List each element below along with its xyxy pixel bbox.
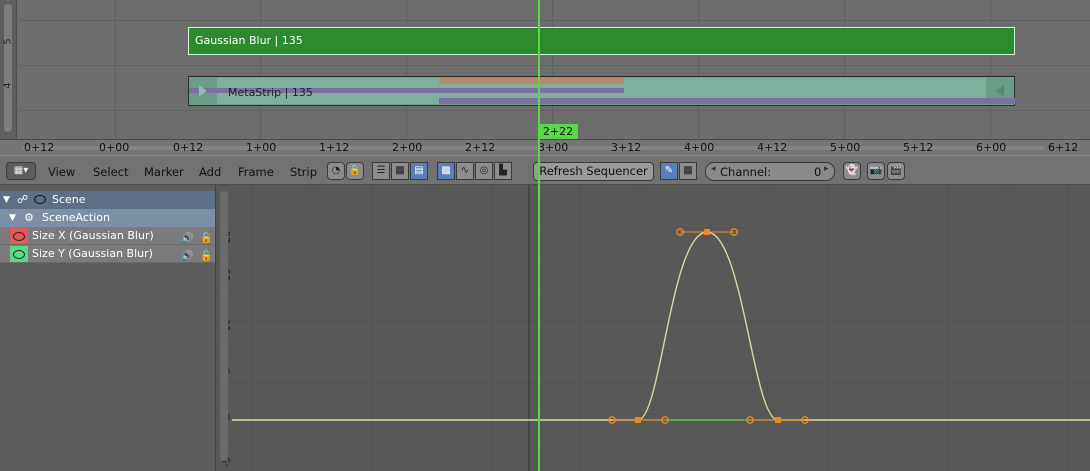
current-frame-indicator[interactable]: 2+22	[538, 124, 578, 139]
keyframe-handles	[612, 231, 805, 421]
graph-editor-header: ▦▾ View Select Marker Add Frame Strip ◔ …	[0, 155, 1090, 185]
editor-type-selector[interactable]: ▦▾	[6, 162, 36, 180]
vectorscope-icon[interactable]: ◎	[475, 162, 493, 180]
menu-marker[interactable]: Marker	[144, 165, 184, 179]
grid-line	[552, 0, 553, 139]
graph-canvas[interactable]: 20 15 10 5 0 -5	[216, 185, 1090, 471]
grid-line	[115, 0, 116, 139]
ruler-tick: 5+12	[903, 141, 934, 154]
menu-strip[interactable]: Strip	[290, 165, 317, 179]
channel-gutter	[0, 0, 17, 139]
checker-preview-icon[interactable]: ▩	[437, 162, 455, 180]
ruler-tick: 0+12	[173, 141, 204, 154]
ruler-tick: 2+12	[465, 141, 496, 154]
collapse-triangle-icon[interactable]: ▼	[3, 191, 10, 209]
increment-arrow-icon[interactable]: ▸	[824, 164, 829, 174]
channel-scene[interactable]: ▼ ☍ Scene	[0, 191, 215, 209]
menu-add[interactable]: Add	[199, 165, 221, 179]
mute-speaker-icon[interactable]: 🔊	[181, 248, 193, 266]
action-label: SceneAction	[42, 211, 110, 224]
ruler-tick: 1+00	[246, 141, 277, 154]
ruler-tick: 6+12	[1048, 141, 1079, 154]
keyframe	[704, 229, 710, 235]
camera-icon[interactable]: 📷	[867, 162, 885, 180]
histogram-icon[interactable]: ▙	[494, 162, 512, 180]
fcurve-color-swatch	[10, 228, 28, 244]
menu-select[interactable]: Select	[93, 165, 128, 179]
metastrip-label: MetaStrip | 135	[228, 86, 313, 99]
ruler-tick: 1+12	[319, 141, 350, 154]
ruler-tick: 3+12	[611, 141, 642, 154]
grid-line	[990, 0, 991, 139]
proxy-edit-icon[interactable]: ✎	[660, 162, 678, 180]
ruler-tick: 0+00	[99, 141, 130, 154]
left-handle-arrow-icon[interactable]	[199, 85, 207, 97]
ruler-tick: 5+00	[830, 141, 861, 154]
scene-label: Scene	[52, 193, 86, 206]
decrement-arrow-icon[interactable]: ◂	[711, 164, 716, 174]
lock-icon[interactable]: 🔓	[200, 248, 212, 266]
ruler-tick: 6+00	[976, 141, 1007, 154]
proxy-checker-icon[interactable]: ▩	[679, 162, 697, 180]
channel-divider	[16, 110, 1090, 111]
menu-view[interactable]: View	[48, 165, 75, 179]
channel-number-4: 4	[2, 82, 14, 89]
right-handle-arrow-icon[interactable]	[996, 85, 1004, 97]
channel-divider	[16, 20, 1090, 21]
metastrip[interactable]: MetaStrip | 135	[188, 76, 1015, 106]
graph-vertical-scrollbar[interactable]	[220, 191, 228, 461]
waveform-icon[interactable]: ∿	[456, 162, 474, 180]
collapse-triangle-icon[interactable]: ▼	[9, 209, 16, 227]
ghost-icon[interactable]: 👻	[843, 162, 861, 180]
eye-icon[interactable]	[34, 195, 46, 204]
gaussian-blur-strip-label: Gaussian Blur | 135	[195, 34, 303, 47]
keyframe	[635, 417, 641, 423]
channel-divider	[16, 65, 1090, 66]
scene-icon: ☍	[17, 193, 29, 206]
ruler-tick: 4+12	[757, 141, 788, 154]
grid-line	[406, 0, 407, 139]
fcurve-channel-size-x[interactable]: Size X (Gaussian Blur) 🔊 🔓	[0, 227, 215, 245]
refresh-sequencer-button[interactable]: Refresh Sequencer	[533, 162, 654, 181]
metastrip-substrip	[439, 78, 624, 84]
ruler-tick: 2+00	[392, 141, 423, 154]
ruler-tick: 0+12	[24, 141, 55, 154]
pivot-icon[interactable]: ◔	[327, 162, 345, 180]
playhead-line[interactable]	[538, 0, 540, 471]
fcurve-size-y	[232, 231, 1090, 421]
menu-frame[interactable]: Frame	[238, 165, 274, 179]
graph-editor-area[interactable]: 20 15 10 5 0 -5	[216, 185, 1090, 471]
checker-icon[interactable]: ▩	[391, 162, 409, 180]
channel-value: 0	[814, 165, 822, 179]
fcurve-label: Size X (Gaussian Blur)	[32, 229, 154, 242]
sequencer-preview-icon[interactable]: ▤	[410, 162, 428, 180]
fcurve-color-swatch	[10, 246, 28, 262]
channel-number-5: 5	[2, 38, 14, 45]
grid-line	[260, 0, 261, 139]
eye-icon[interactable]	[13, 250, 25, 259]
channel-action[interactable]: ▼ ⚙ SceneAction	[0, 209, 215, 227]
grid-line	[698, 0, 699, 139]
lock-icon[interactable]: 🔒	[346, 162, 364, 180]
sequencer-strip-area[interactable]: 5 4 Gaussian Blur | 135 MetaStrip | 135	[0, 0, 1090, 139]
gaussian-blur-strip[interactable]: Gaussian Blur | 135	[188, 27, 1015, 55]
action-icon: ⚙	[24, 211, 34, 224]
ruler-tick: 3+00	[538, 141, 569, 154]
view-type-icon[interactable]: ☰	[372, 162, 390, 180]
metastrip-substrip	[439, 98, 1015, 104]
grid-line	[844, 0, 845, 139]
ruler-tick: 4+00	[684, 141, 715, 154]
eye-icon[interactable]	[13, 232, 25, 241]
fcurve-label: Size Y (Gaussian Blur)	[32, 247, 153, 260]
clapboard-icon[interactable]: 🎬	[887, 162, 905, 180]
channel-label: Channel:	[720, 165, 772, 179]
channel-field[interactable]: ◂ Channel: 0 ▸	[705, 162, 835, 181]
channel-list[interactable]: ▼ ☍ Scene ▼ ⚙ SceneAction Size X (Gaussi…	[0, 185, 216, 471]
sequencer-vertical-scrollbar[interactable]	[4, 4, 12, 132]
time-ruler[interactable]: 0+12 0+00 0+12 1+00 1+12 2+00 2+12 3+00 …	[0, 139, 1090, 156]
keyframe	[775, 417, 781, 423]
fcurve-channel-size-y[interactable]: Size Y (Gaussian Blur) 🔊 🔓	[0, 245, 215, 263]
